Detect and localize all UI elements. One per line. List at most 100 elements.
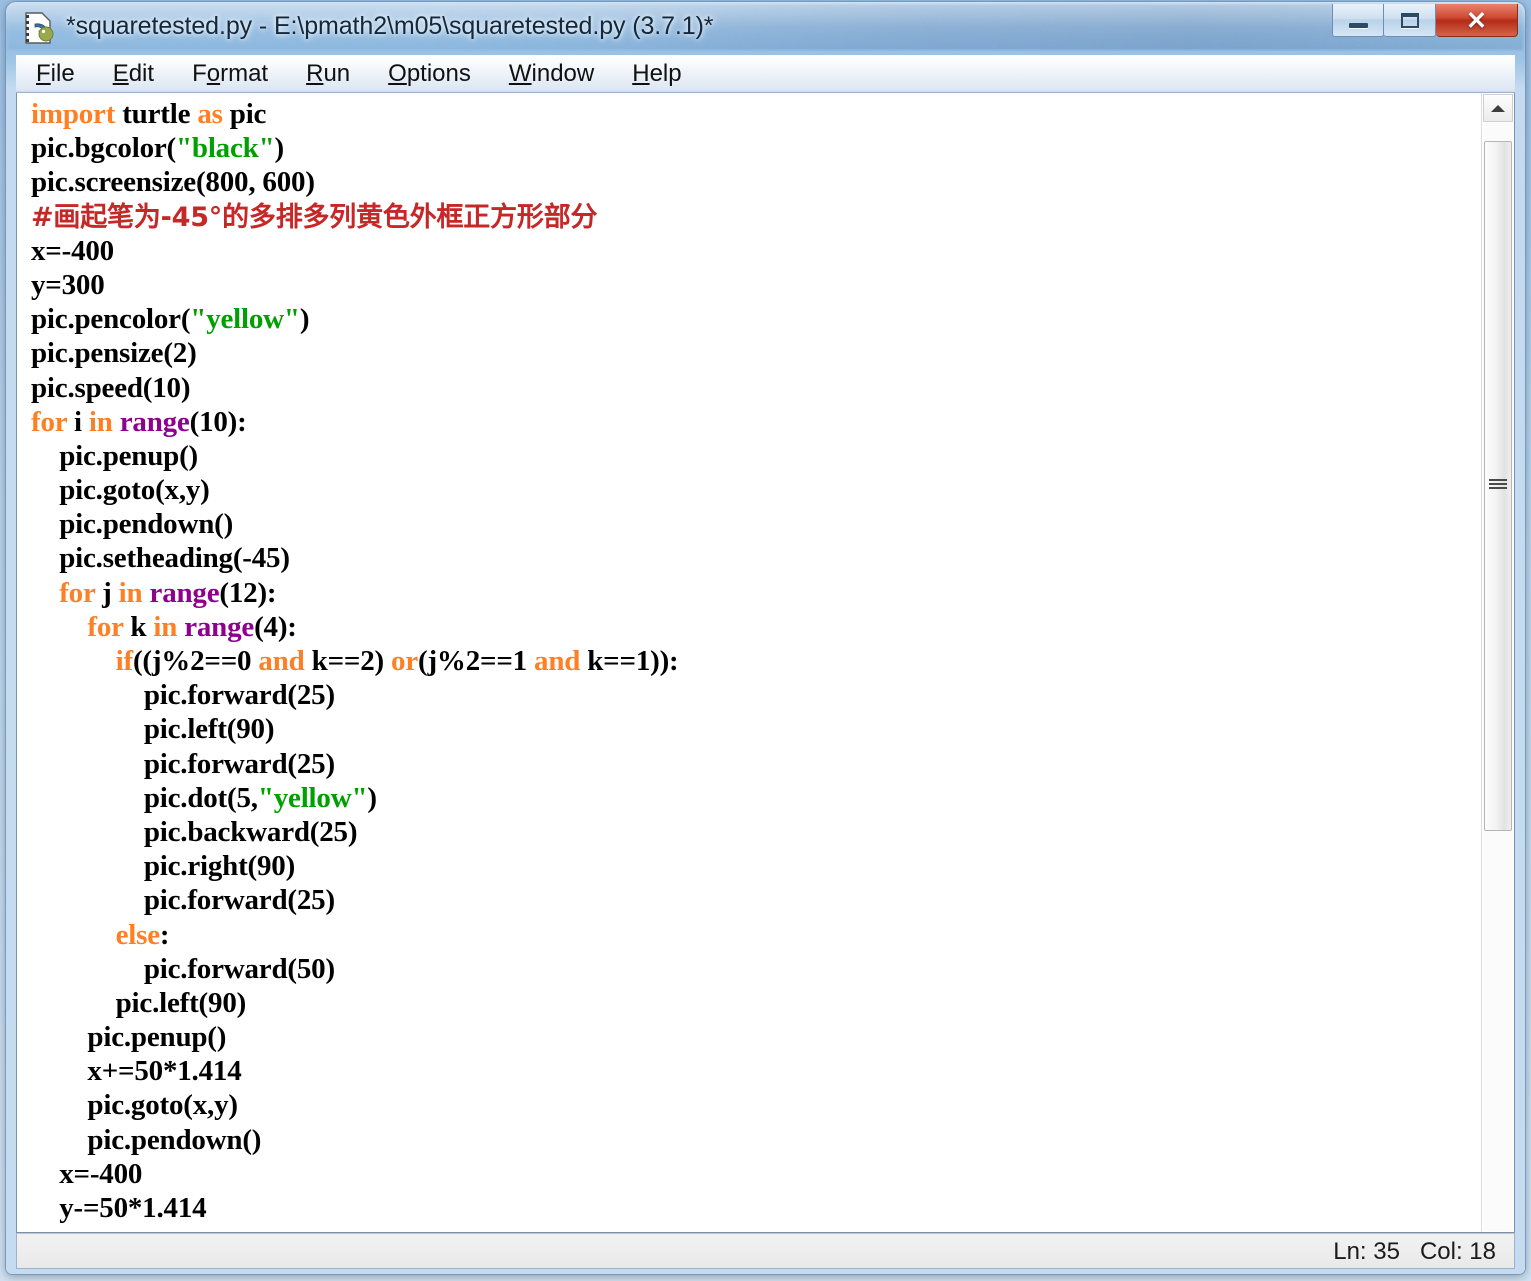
menu-item-format[interactable]: Format bbox=[192, 60, 268, 88]
code-token: k==2) bbox=[304, 645, 392, 677]
code-line: for i in range(10): bbox=[31, 405, 1483, 439]
menu-item-file[interactable]: File bbox=[36, 60, 75, 88]
code-line: x=-400 bbox=[31, 1157, 1483, 1191]
scrollbar-track[interactable] bbox=[1483, 123, 1513, 1231]
code-line: pic.forward(25) bbox=[31, 747, 1483, 781]
code-token: "yellow" bbox=[190, 303, 300, 336]
menu-file-accel: F bbox=[36, 59, 51, 87]
code-token: x=-400 bbox=[59, 1157, 143, 1190]
code-token: pic.pensize(2) bbox=[31, 337, 197, 370]
code-line: pic.right(90) bbox=[31, 849, 1483, 883]
code-token: and bbox=[258, 645, 305, 677]
menu-item-options[interactable]: Options bbox=[388, 60, 471, 88]
cursor-position-indicator: Ln: 35 Col: 18 bbox=[1333, 1238, 1496, 1265]
code-token: import bbox=[31, 98, 116, 130]
code-token: pic.pendown() bbox=[87, 1123, 262, 1156]
menu-options-accel: O bbox=[388, 59, 407, 87]
code-line: for j in range(12): bbox=[31, 576, 1483, 610]
code-token: pic.speed(10) bbox=[31, 371, 191, 404]
close-button[interactable]: ✕ bbox=[1436, 4, 1518, 37]
menu-item-run[interactable]: Run bbox=[306, 60, 350, 88]
code-line: pic.setheading(-45) bbox=[31, 541, 1483, 575]
scrollbar-thumb[interactable] bbox=[1484, 141, 1512, 831]
menu-run-accel: R bbox=[306, 59, 324, 87]
code-token: ) bbox=[274, 132, 285, 165]
code-line: pic.pencolor("yellow") bbox=[31, 302, 1483, 336]
minimize-button[interactable] bbox=[1332, 4, 1384, 37]
maximize-button[interactable] bbox=[1384, 4, 1436, 37]
code-line: import turtle as pic bbox=[31, 97, 1483, 131]
code-line: y=300 bbox=[31, 268, 1483, 302]
code-token: in bbox=[118, 576, 143, 609]
code-token: k==1)): bbox=[580, 645, 679, 677]
code-text-area[interactable]: import turtle as pic pic.bgcolor("black")… bbox=[17, 93, 1483, 1232]
code-token: j bbox=[95, 576, 119, 609]
code-token: pic.dot(5, bbox=[143, 781, 258, 814]
code-line: pic.penup() bbox=[31, 1020, 1483, 1054]
code-line: pic.screensize(800, 600) bbox=[31, 165, 1483, 199]
titlebar[interactable]: *squaretested.py - E:\pmath2\m05\squaret… bbox=[6, 2, 1525, 54]
code-line: pic.left(90) bbox=[31, 712, 1483, 746]
menu-edit-accel: E bbox=[112, 59, 129, 87]
code-token: pic.forward(25) bbox=[143, 679, 335, 712]
code-token: or bbox=[391, 645, 419, 677]
code-token: pic.screensize(800, 600) bbox=[31, 166, 315, 199]
code-token: else bbox=[115, 918, 160, 951]
code-token: pic bbox=[222, 98, 267, 130]
menu-item-edit[interactable]: Edit bbox=[113, 60, 154, 88]
vertical-scrollbar[interactable] bbox=[1481, 93, 1514, 1232]
code-line: pic.bgcolor("black") bbox=[31, 131, 1483, 165]
menu-format-c: rmat bbox=[220, 59, 269, 87]
code-token: pic.forward(25) bbox=[143, 884, 335, 917]
menu-help-rest: elp bbox=[649, 59, 682, 87]
code-line: if((j%2==0 and k==2) or(j%2==1 and k==1)… bbox=[31, 644, 1483, 678]
code-token: ) bbox=[367, 781, 377, 814]
code-token: i bbox=[66, 405, 89, 438]
code-token: as bbox=[197, 98, 223, 130]
code-token: in bbox=[88, 405, 113, 438]
code-token: pic.left(90) bbox=[115, 986, 247, 1019]
code-token: range bbox=[184, 610, 255, 643]
code-token: pic.penup() bbox=[59, 439, 199, 472]
code-token: (10): bbox=[189, 405, 247, 438]
code-line: pic.pendown() bbox=[31, 507, 1483, 541]
close-icon: ✕ bbox=[1466, 7, 1487, 35]
scroll-up-button[interactable] bbox=[1483, 94, 1513, 122]
code-token: range bbox=[119, 405, 190, 438]
code-token: y=300 bbox=[31, 268, 105, 301]
code-token: y-=50*1.414 bbox=[59, 1192, 207, 1224]
menu-format-a: F bbox=[192, 59, 207, 87]
code-token: pic.right(90) bbox=[143, 850, 296, 883]
code-token: pic.forward(25) bbox=[143, 747, 335, 780]
code-token: pic.setheading(-45) bbox=[59, 542, 290, 575]
minimize-icon bbox=[1349, 23, 1368, 28]
code-token: #画起笔为-45°的多排多列黄色外框正方形部分 bbox=[31, 201, 598, 233]
menu-item-help[interactable]: Help bbox=[632, 60, 681, 88]
code-token: pic.pencolor( bbox=[31, 303, 191, 336]
code-token: k bbox=[123, 610, 154, 643]
code-token: "yellow" bbox=[257, 781, 368, 814]
code-token: pic.left(90) bbox=[143, 713, 275, 746]
code-line: pic.backward(25) bbox=[31, 815, 1483, 849]
code-token: pic.forward(50) bbox=[143, 952, 335, 985]
window-title: *squaretested.py - E:\pmath2\m05\squaret… bbox=[66, 12, 714, 40]
code-token: for bbox=[31, 405, 67, 438]
idle-main-window: *squaretested.py - E:\pmath2\m05\squaret… bbox=[6, 2, 1525, 1274]
statusbar: Ln: 35 Col: 18 bbox=[16, 1233, 1515, 1269]
code-token: pic.backward(25) bbox=[143, 815, 358, 848]
menu-item-window[interactable]: Window bbox=[509, 60, 594, 88]
